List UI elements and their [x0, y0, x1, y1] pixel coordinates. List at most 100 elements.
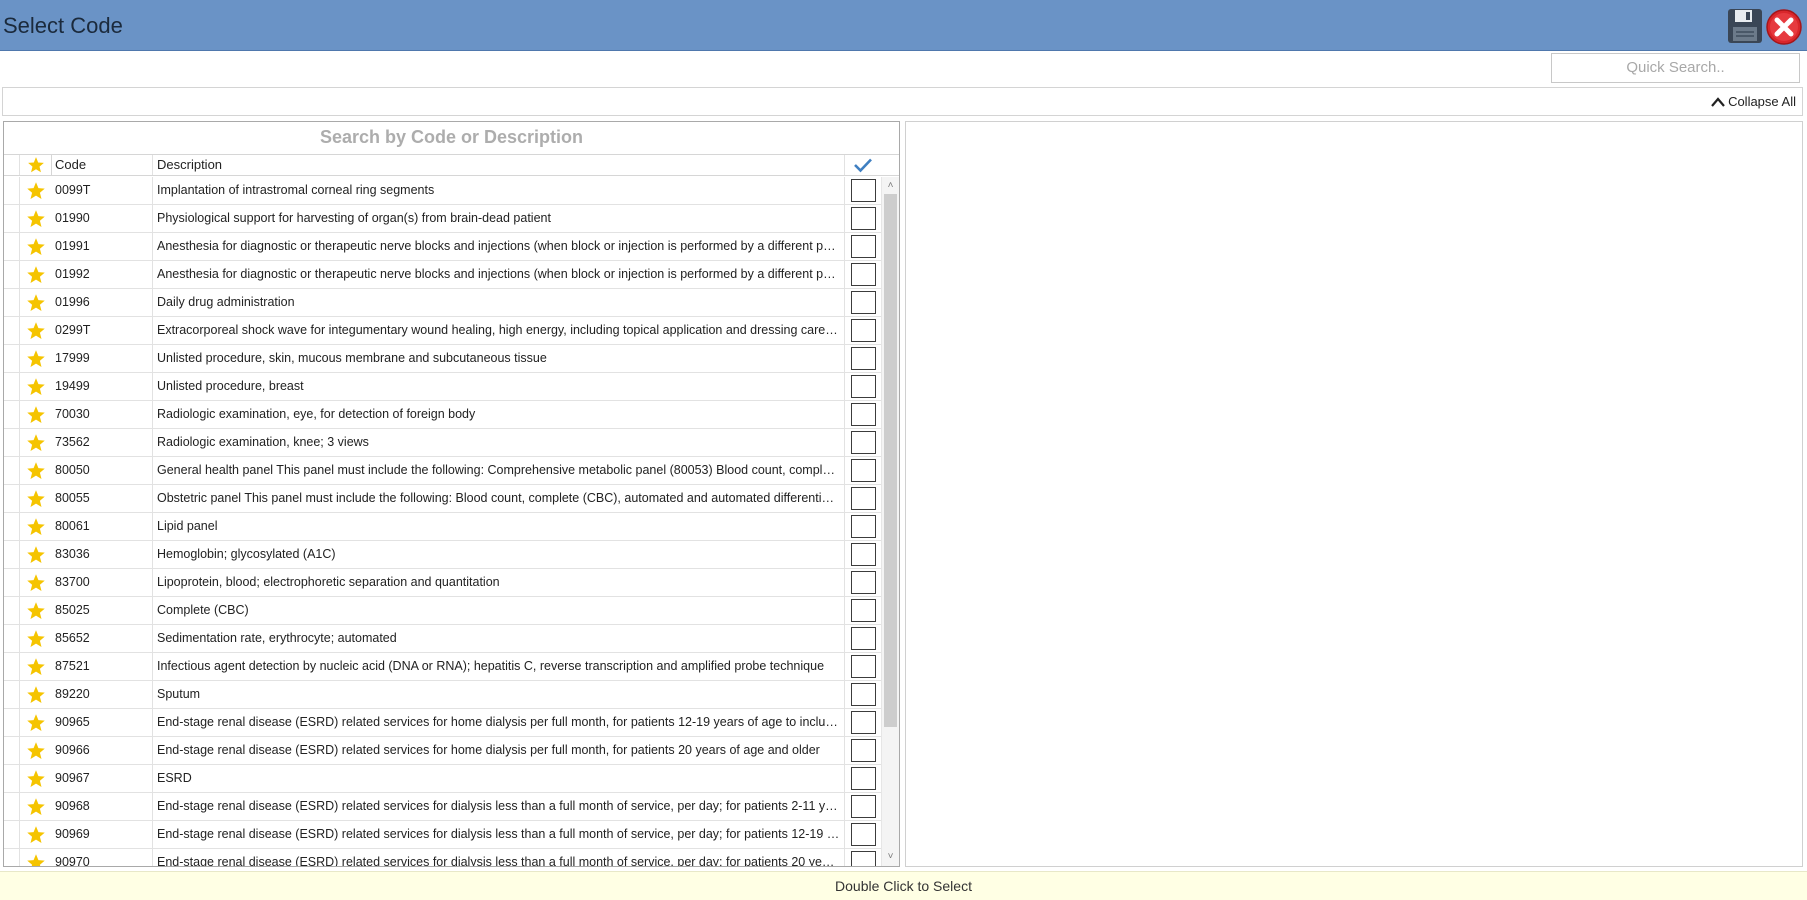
favorite-star-button[interactable]	[20, 569, 52, 596]
scroll-down-icon[interactable]: ˅	[882, 850, 899, 864]
favorite-star-button[interactable]	[20, 793, 52, 820]
table-row[interactable]: 70030 Radiologic examination, eye, for de…	[4, 401, 899, 429]
select-checkbox[interactable]	[850, 683, 876, 706]
table-row[interactable]: 90968 End-stage renal disease (ESRD) rela…	[4, 793, 899, 821]
favorite-star-button[interactable]	[20, 429, 52, 456]
select-checkbox-cell	[845, 233, 881, 260]
favorite-star-button[interactable]	[20, 653, 52, 680]
table-row[interactable]: 90966 End-stage renal disease (ESRD) rela…	[4, 737, 899, 765]
grid-vertical-scrollbar[interactable]: ˄ ˅	[881, 177, 899, 866]
scroll-up-icon[interactable]: ˄	[882, 179, 899, 193]
select-checkbox-cell	[845, 625, 881, 652]
select-checkbox[interactable]	[850, 655, 876, 678]
favorite-star-button[interactable]	[20, 317, 52, 344]
favorite-star-button[interactable]	[20, 373, 52, 400]
favorite-star-button[interactable]	[20, 289, 52, 316]
table-row[interactable]: 0099T Implantation of intrastromal cornea…	[4, 177, 899, 205]
favorite-star-button[interactable]	[20, 737, 52, 764]
scrollbar-thumb[interactable]	[884, 194, 897, 727]
grid-search-title[interactable]: Search by Code or Description	[4, 122, 899, 153]
select-checkbox[interactable]	[850, 403, 876, 426]
favorite-star-button[interactable]	[20, 513, 52, 540]
favorite-star-button[interactable]	[20, 541, 52, 568]
favorite-star-button[interactable]	[20, 625, 52, 652]
select-checkbox[interactable]	[850, 207, 876, 230]
favorite-star-button[interactable]	[20, 401, 52, 428]
select-checkbox[interactable]	[850, 263, 876, 286]
favorite-column-header[interactable]	[20, 155, 52, 175]
favorite-star-button[interactable]	[20, 261, 52, 288]
favorite-star-button[interactable]	[20, 709, 52, 736]
table-row[interactable]: 85652 Sedimentation rate, erythrocyte; au…	[4, 625, 899, 653]
table-row[interactable]: 80061 Lipid panel	[4, 513, 899, 541]
select-checkbox-cell	[845, 653, 881, 680]
row-indicator	[4, 317, 20, 344]
select-checkbox[interactable]	[850, 459, 876, 482]
table-row[interactable]: 90967 ESRD	[4, 765, 899, 793]
favorite-star-button[interactable]	[20, 765, 52, 792]
code-column-header[interactable]: Code	[52, 155, 153, 175]
select-checkbox[interactable]	[850, 795, 876, 818]
select-checkbox[interactable]	[850, 291, 876, 314]
collapse-all-label: Collapse All	[1728, 94, 1796, 109]
table-row[interactable]: 87521 Infectious agent detection by nucle…	[4, 653, 899, 681]
select-checkbox[interactable]	[850, 851, 876, 866]
close-button[interactable]	[1765, 8, 1803, 46]
select-checkbox[interactable]	[850, 599, 876, 622]
code-cell: 87521	[52, 653, 153, 680]
table-row[interactable]: 90969 End-stage renal disease (ESRD) rela…	[4, 821, 899, 849]
table-row[interactable]: 80055 Obstetric panel This panel must inc…	[4, 485, 899, 513]
table-row[interactable]: 19499 Unlisted procedure, breast	[4, 373, 899, 401]
table-row[interactable]: 01992 Anesthesia for diagnostic or therap…	[4, 261, 899, 289]
code-cell: 01990	[52, 205, 153, 232]
select-checkbox[interactable]	[850, 627, 876, 650]
select-checkbox[interactable]	[850, 235, 876, 258]
favorite-star-button[interactable]	[20, 177, 52, 204]
code-cell: 83700	[52, 569, 153, 596]
select-checkbox[interactable]	[850, 543, 876, 566]
favorite-star-button[interactable]	[20, 233, 52, 260]
table-row[interactable]: 17999 Unlisted procedure, skin, mucous me…	[4, 345, 899, 373]
favorite-star-button[interactable]	[20, 821, 52, 848]
description-column-header[interactable]: Description	[153, 155, 845, 175]
table-row[interactable]: 89220 Sputum	[4, 681, 899, 709]
quick-search-input[interactable]: Quick Search..	[1551, 53, 1800, 83]
table-row[interactable]: 90970 End-stage renal disease (ESRD) rela…	[4, 849, 899, 866]
favorite-star-button[interactable]	[20, 849, 52, 866]
select-checkbox[interactable]	[850, 739, 876, 762]
favorite-star-button[interactable]	[20, 457, 52, 484]
select-checkbox[interactable]	[850, 319, 876, 342]
favorite-star-button[interactable]	[20, 205, 52, 232]
select-checkbox[interactable]	[850, 375, 876, 398]
table-row[interactable]: 01991 Anesthesia for diagnostic or therap…	[4, 233, 899, 261]
table-row[interactable]: 01996 Daily drug administration	[4, 289, 899, 317]
table-row[interactable]: 83036 Hemoglobin; glycosylated (A1C)	[4, 541, 899, 569]
detail-panel	[905, 121, 1803, 867]
select-checkbox[interactable]	[850, 823, 876, 846]
select-checkbox[interactable]	[850, 711, 876, 734]
select-checkbox[interactable]	[850, 431, 876, 454]
select-checkbox[interactable]	[850, 487, 876, 510]
description-cell: End-stage renal disease (ESRD) related s…	[153, 849, 845, 866]
table-row[interactable]: 01990 Physiological support for harvestin…	[4, 205, 899, 233]
select-column-header[interactable]	[845, 155, 881, 175]
favorite-star-button[interactable]	[20, 681, 52, 708]
collapse-all-button[interactable]: Collapse All	[1710, 94, 1796, 109]
favorite-star-button[interactable]	[20, 597, 52, 624]
select-checkbox[interactable]	[850, 571, 876, 594]
table-row[interactable]: 0299T Extracorporeal shock wave for integ…	[4, 317, 899, 345]
favorite-star-button[interactable]	[20, 485, 52, 512]
select-checkbox[interactable]	[850, 767, 876, 790]
code-cell: 85025	[52, 597, 153, 624]
table-row[interactable]: 85025 Complete (CBC)	[4, 597, 899, 625]
table-row[interactable]: 80050 General health panel This panel mus…	[4, 457, 899, 485]
select-checkbox[interactable]	[850, 347, 876, 370]
description-cell: Hemoglobin; glycosylated (A1C)	[153, 541, 845, 568]
table-row[interactable]: 73562 Radiologic examination, knee; 3 vie…	[4, 429, 899, 457]
select-checkbox[interactable]	[850, 179, 876, 202]
table-row[interactable]: 83700 Lipoprotein, blood; electrophoretic…	[4, 569, 899, 597]
favorite-star-button[interactable]	[20, 345, 52, 372]
select-checkbox[interactable]	[850, 515, 876, 538]
save-button[interactable]	[1726, 7, 1764, 45]
table-row[interactable]: 90965 End-stage renal disease (ESRD) rela…	[4, 709, 899, 737]
